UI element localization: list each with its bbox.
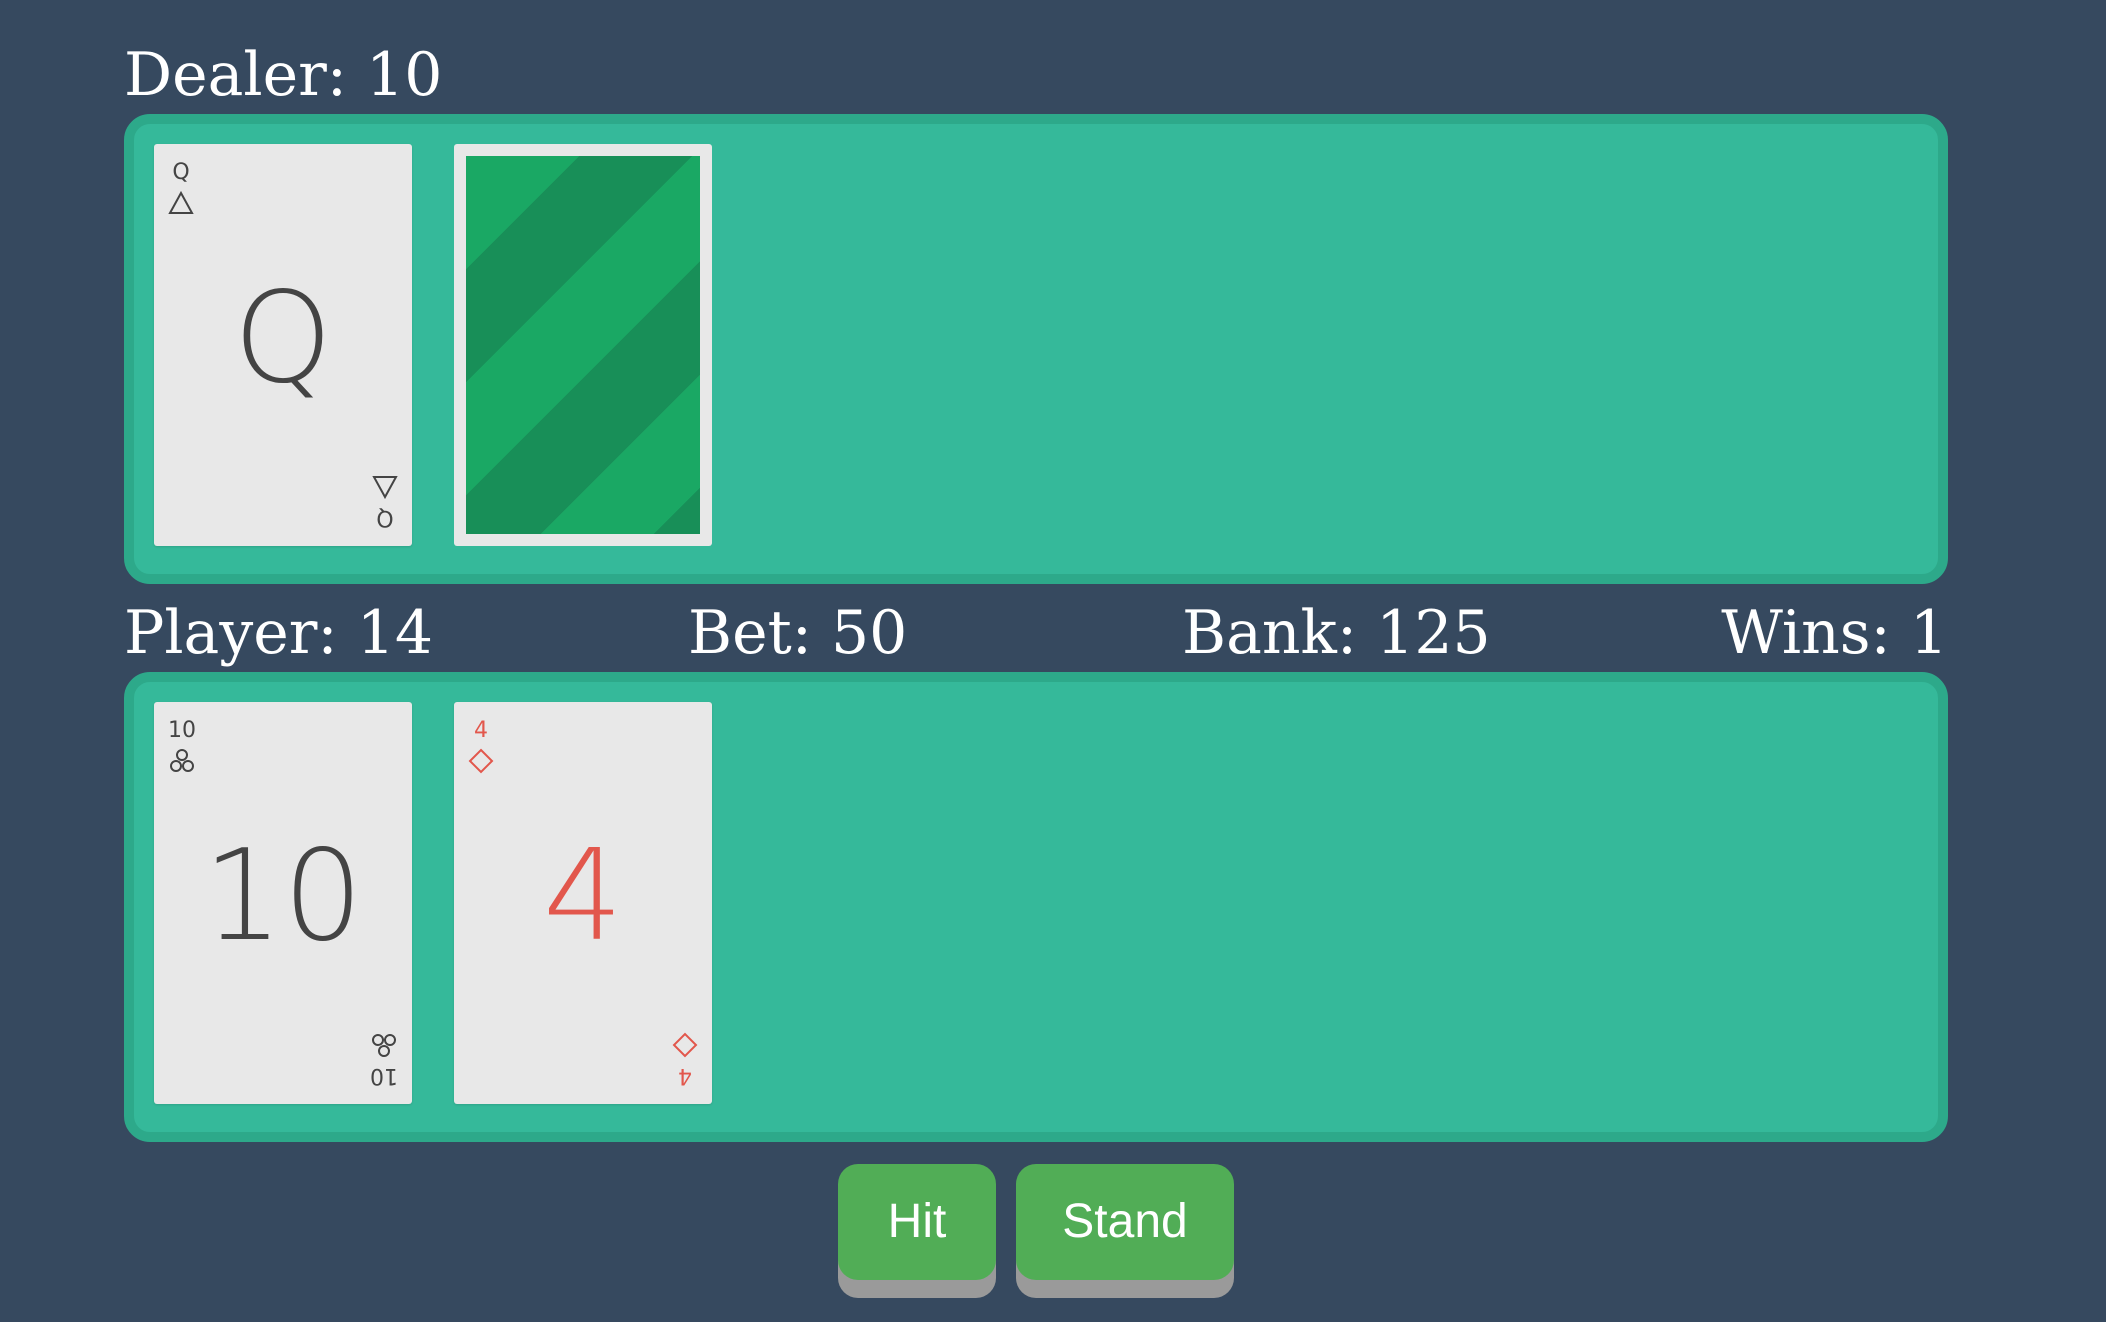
card-corner-bottom: 4 [672,1032,698,1088]
stand-button[interactable]: Stand [1016,1164,1234,1280]
card-back-pattern [466,156,700,534]
club-icon [170,749,194,772]
player-hand-area: 10 10 10 4 4 4 [124,672,1948,1142]
card-corner-top: Q [168,160,194,216]
card-rank: Q [376,505,394,530]
dealer-card-face-down [454,144,712,546]
player-score-label: Player: 14 [124,598,434,668]
hit-button[interactable]: Hit [838,1164,996,1280]
club-icon [372,1034,396,1057]
card-rank: Q [172,160,190,185]
player-card-10-clubs: 10 10 10 [154,702,412,1104]
card-rank: 4 [474,718,488,743]
diamond-icon [468,748,494,774]
dealer-card-queen-spades: Q Q Q [154,144,412,546]
card-corner-bottom: Q [372,474,398,530]
dealer-score-label: Dealer: 10 [124,40,443,110]
bank-label: Bank: 125 [1182,598,1491,668]
card-corner-bottom: 10 [370,1032,398,1088]
card-center-rank: 4 [542,822,624,969]
triangle-spade-icon [372,476,398,500]
card-center-rank: Q [233,264,333,411]
card-rank: 4 [678,1063,692,1088]
card-rank: 10 [370,1063,398,1088]
dealer-hand-area: Q Q Q [124,114,1948,584]
card-corner-top: 4 [468,718,494,774]
card-corner-top: 10 [168,718,196,774]
card-center-rank: 10 [202,822,364,969]
bet-label: Bet: 50 [688,598,908,668]
wins-label: Wins: 1 [1721,598,1948,668]
diamond-icon [672,1032,698,1058]
triangle-spade-icon [168,190,194,214]
card-rank: 10 [168,718,196,743]
player-card-4-diamonds: 4 4 4 [454,702,712,1104]
